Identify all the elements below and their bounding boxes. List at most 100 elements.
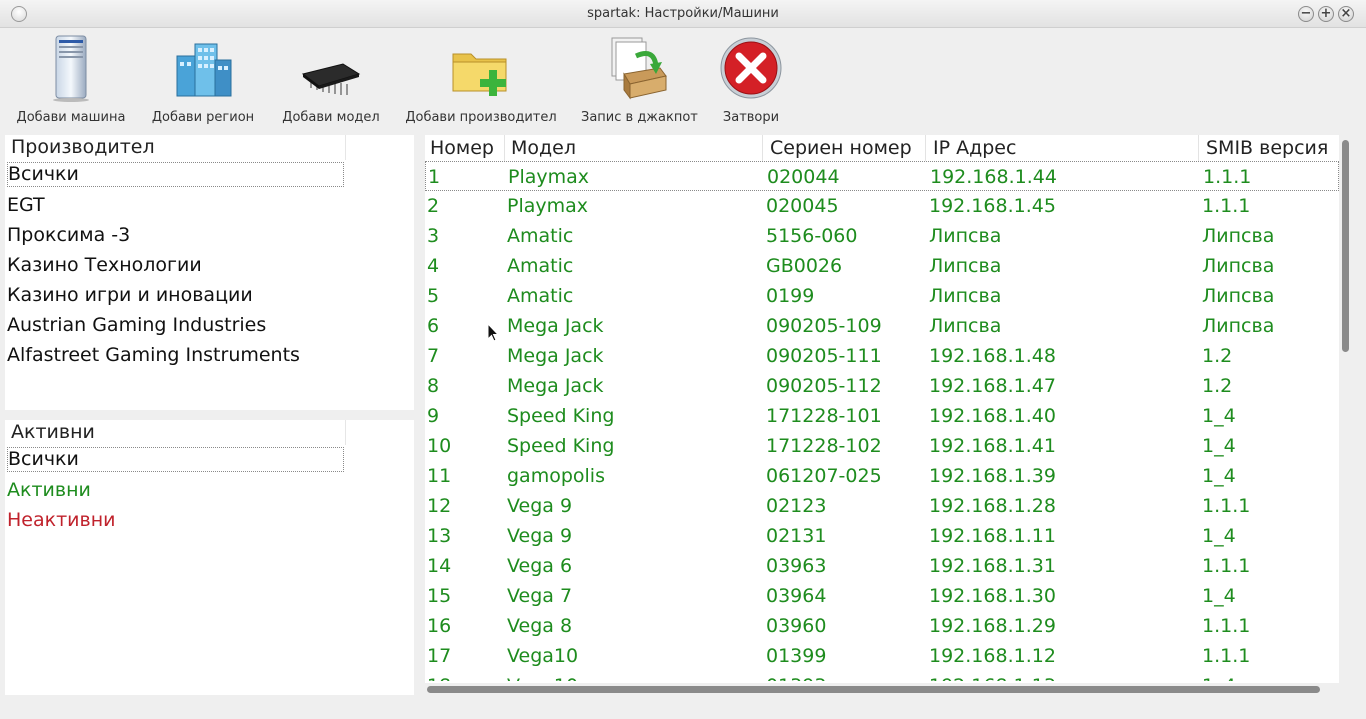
add-model-label: Добави модел: [282, 110, 380, 125]
close-button[interactable]: Затвори: [716, 34, 786, 126]
cell-ip: 192.168.1.39: [929, 465, 1056, 487]
manufacturer-item[interactable]: Казино Технологии: [7, 250, 202, 280]
cell-model: Vega 9: [507, 495, 573, 517]
chip-icon: [301, 63, 361, 95]
cell-ip: 192.168.1.12: [929, 645, 1056, 667]
cell-serial: 03963: [766, 555, 827, 577]
manufacturer-item[interactable]: Austrian Gaming Industries: [7, 310, 266, 340]
cell-serial: 171228-101: [766, 405, 882, 427]
cell-smib: Липсва: [1202, 315, 1275, 337]
cell-serial: 090205-111: [766, 345, 882, 367]
table-row[interactable]: 18 Vega10 01393 192.168.1.13 1_4: [425, 671, 1339, 681]
cell-model: Speed King: [507, 435, 615, 457]
column-header-model[interactable]: Модел: [506, 135, 763, 161]
cell-ip: 192.168.1.45: [929, 195, 1056, 217]
add-manufacturer-button[interactable]: Добави производител: [405, 34, 557, 126]
cell-serial: 020045: [766, 195, 839, 217]
add-machine-button[interactable]: Добави машина: [16, 34, 126, 126]
mouse-cursor-icon: [487, 323, 499, 342]
cell-serial: 02123: [766, 495, 827, 517]
manufacturer-item[interactable]: Проксима -3: [7, 220, 130, 250]
table-row[interactable]: 2 Playmax 020045 192.168.1.45 1.1.1: [425, 191, 1339, 221]
cell-serial: 02131: [766, 525, 827, 547]
manufacturer-item-all[interactable]: Всички: [7, 162, 344, 187]
cell-model: Amatic: [507, 285, 574, 307]
status-list-header: Активни: [5, 420, 414, 445]
column-header-serial[interactable]: Сериен номер: [765, 135, 926, 161]
manufacturer-list-header: Производител: [5, 135, 414, 160]
table-row[interactable]: 16 Vega 8 03960 192.168.1.29 1.1.1: [425, 611, 1339, 641]
cell-serial: 5156-060: [766, 225, 858, 247]
jackpot-save-label: Запис в джакпот: [581, 110, 698, 125]
cell-serial: 01393: [766, 671, 826, 681]
cell-model: Mega Jack: [507, 315, 604, 337]
add-region-button[interactable]: Добави регион: [150, 34, 256, 126]
close-window-button[interactable]: ×: [1338, 6, 1354, 22]
close-label: Затвори: [722, 110, 780, 125]
cell-model: Speed King: [507, 405, 615, 427]
cell-ip: Липсва: [929, 315, 1002, 337]
maximize-button[interactable]: +: [1318, 6, 1334, 22]
table-row[interactable]: 8 Mega Jack 090205-112 192.168.1.47 1.2: [425, 371, 1339, 401]
table-row[interactable]: 5 Amatic 0199 Липсва Липсва: [425, 281, 1339, 311]
cell-ip: 192.168.1.40: [929, 405, 1056, 427]
add-model-button[interactable]: Добави модел: [281, 34, 381, 126]
cell-smib: 1.1.1: [1202, 645, 1251, 667]
manufacturer-item[interactable]: EGT: [7, 190, 45, 220]
cell-smib: 1.2: [1202, 375, 1233, 397]
cell-smib: 1_4: [1202, 405, 1236, 427]
table-row[interactable]: 11 gamopolis 061207-025 192.168.1.39 1_4: [425, 461, 1339, 491]
table-row[interactable]: 1 Playmax 020044 192.168.1.44 1.1.1: [425, 161, 1339, 191]
cell-smib: 1_4: [1202, 585, 1236, 607]
table-header: Номер Модел Сериен номер IP Адрес SMIB в…: [425, 135, 1339, 161]
manufacturer-column-header[interactable]: Производител: [5, 135, 346, 160]
cell-number: 17: [427, 645, 452, 667]
vertical-scrollbar-thumb[interactable]: [1342, 140, 1349, 352]
add-region-label: Добави регион: [151, 110, 255, 125]
cell-ip: Липсва: [929, 285, 1002, 307]
table-row[interactable]: 13 Vega 9 02131 192.168.1.11 1_4: [425, 521, 1339, 551]
cell-ip: Липсва: [929, 225, 1002, 247]
cell-ip: 192.168.1.48: [929, 345, 1056, 367]
column-header-smib[interactable]: SMIB версия: [1201, 135, 1339, 161]
cell-smib: 1_4: [1202, 465, 1236, 487]
table-row[interactable]: 17 Vega10 01399 192.168.1.12 1.1.1: [425, 641, 1339, 671]
cell-number: 7: [427, 345, 440, 367]
table-row[interactable]: 3 Amatic 5156-060 Липсва Липсва: [425, 221, 1339, 251]
status-column-header[interactable]: Активни: [5, 420, 346, 445]
column-header-ip[interactable]: IP Адрес: [928, 135, 1199, 161]
table-row[interactable]: 14 Vega 6 03963 192.168.1.31 1.1.1: [425, 551, 1339, 581]
table-row[interactable]: 4 Amatic GB0026 Липсва Липсва: [425, 251, 1339, 281]
cell-serial: 0199: [766, 285, 815, 307]
toolbar: Добави машина Добави регион Добави модел…: [0, 28, 1366, 128]
table-row[interactable]: 15 Vega 7 03964 192.168.1.30 1_4: [425, 581, 1339, 611]
horizontal-scrollbar[interactable]: [425, 683, 1339, 695]
vertical-scrollbar[interactable]: [1341, 135, 1351, 695]
cell-model: Vega 9: [507, 525, 573, 547]
cell-ip: 192.168.1.30: [929, 585, 1056, 607]
title-bar: spartak: Настройки/Машини − + ×: [0, 0, 1366, 28]
cell-number: 16: [427, 615, 452, 637]
manufacturer-item[interactable]: Alfastreet Gaming Instruments: [7, 340, 300, 370]
table-row[interactable]: 9 Speed King 171228-101 192.168.1.40 1_4: [425, 401, 1339, 431]
column-header-number[interactable]: Номер: [425, 135, 505, 161]
horizontal-scrollbar-thumb[interactable]: [427, 686, 1320, 693]
status-item-inactive[interactable]: Неактивни: [7, 505, 115, 535]
minimize-button[interactable]: −: [1298, 6, 1314, 22]
cell-model: gamopolis: [507, 465, 605, 487]
cell-number: 4: [427, 255, 440, 277]
table-row[interactable]: 10 Speed King 171228-102 192.168.1.41 1_4: [425, 431, 1339, 461]
cell-model: Mega Jack: [507, 375, 604, 397]
table-row[interactable]: 6 Mega Jack 090205-109 Липсва Липсва: [425, 311, 1339, 341]
table-row[interactable]: 12 Vega 9 02123 192.168.1.28 1.1.1: [425, 491, 1339, 521]
jackpot-save-button[interactable]: Запис в джакпот: [581, 34, 698, 126]
cell-smib: 1.1.1: [1202, 555, 1251, 577]
cell-ip: 192.168.1.41: [929, 435, 1056, 457]
box-import-icon: [611, 37, 667, 100]
table-row[interactable]: 7 Mega Jack 090205-111 192.168.1.48 1.2: [425, 341, 1339, 371]
manufacturer-item[interactable]: Казино игри и иновации: [7, 280, 253, 310]
status-item-all[interactable]: Всички: [7, 447, 344, 472]
status-item-active[interactable]: Активни: [7, 475, 91, 505]
cell-number: 11: [427, 465, 452, 487]
cell-serial: 171228-102: [766, 435, 882, 457]
